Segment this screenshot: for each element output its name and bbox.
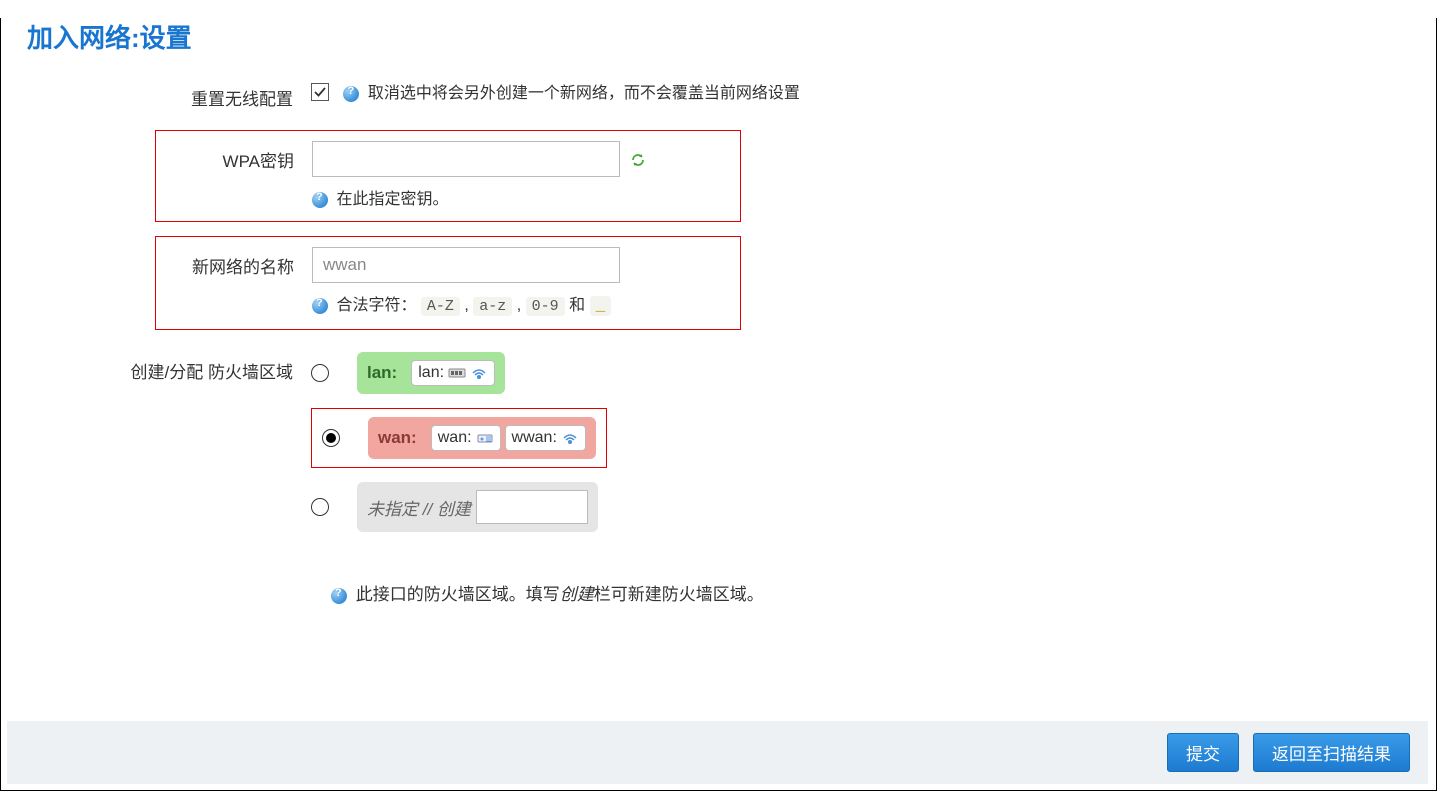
wpa-key-group: WPA密钥 在此指定密钥。: [155, 130, 741, 222]
code-underscore: _: [590, 296, 612, 316]
zone-wan-row: wan: wan: wwan:: [322, 417, 596, 459]
reset-hint: 取消选中将会另外创建一个新网络，而不会覆盖当前网络设置: [368, 85, 800, 102]
iface-wan: wan:: [431, 425, 501, 451]
zone-create-input[interactable]: [476, 490, 588, 524]
ethernet-icon: [476, 431, 494, 445]
radio-unspecified[interactable]: [311, 498, 329, 516]
zone-lan-label: lan:: [367, 363, 397, 383]
code-AZ: A-Z: [421, 297, 460, 316]
wifi-icon: [561, 431, 579, 445]
firewall-row: 创建/分配 防火墙区域 lan: lan:: [1, 352, 1436, 532]
help-icon: [343, 86, 359, 102]
reset-row: 重置无线配置 取消选中将会另外创建一个新网络，而不会覆盖当前网络设置: [1, 79, 1436, 110]
netname-label: 新网络的名称: [156, 247, 312, 315]
wpa-hint: 在此指定密钥。: [336, 191, 448, 208]
wpa-key-input[interactable]: [312, 141, 620, 177]
firewall-label: 创建/分配 防火墙区域: [1, 352, 311, 532]
netname-hint-prefix: 合法字符：: [336, 297, 416, 314]
netname-group: 新网络的名称 合法字符： A-Z , a-z , 0-9 和 _: [155, 236, 741, 330]
wifi-icon: [470, 366, 488, 380]
netname-and: 和: [569, 297, 589, 314]
code-09: 0-9: [526, 297, 565, 316]
zone-unspecified-badge[interactable]: 未指定 // 创建: [357, 482, 598, 532]
submit-button[interactable]: 提交: [1167, 733, 1239, 772]
back-to-scan-button[interactable]: 返回至扫描结果: [1253, 733, 1410, 772]
radio-wan[interactable]: [322, 429, 340, 447]
help-icon: [331, 588, 347, 604]
firewall-hint: 此接口的防火墙区域。填写创建栏可新建防火墙区域。: [331, 580, 1436, 605]
zone-wan-selected-box: wan: wan: wwan:: [311, 408, 607, 468]
footer: 提交 返回至扫描结果: [7, 721, 1428, 784]
help-icon: [312, 298, 328, 314]
iface-wwan: wwan:: [505, 425, 586, 451]
radio-lan[interactable]: [311, 364, 329, 382]
ethernet-icon: [448, 366, 466, 380]
reset-label: 重置无线配置: [1, 79, 311, 110]
code-az: a-z: [473, 297, 512, 316]
zone-unspec-row: 未指定 // 创建: [311, 482, 1436, 532]
wpa-label: WPA密钥: [156, 141, 312, 209]
zone-unspec-label: 未指定 // 创建: [367, 495, 471, 520]
iface-lan: lan:: [411, 360, 495, 386]
reset-checkbox[interactable]: [311, 83, 329, 101]
help-icon: [312, 192, 328, 208]
zone-lan-badge[interactable]: lan: lan:: [357, 352, 505, 394]
zone-lan-row: lan: lan:: [311, 352, 1436, 394]
reload-icon[interactable]: [630, 152, 646, 168]
page-title: 加入网络:设置: [27, 18, 1436, 55]
zone-wan-label: wan:: [378, 428, 417, 448]
zone-wan-badge[interactable]: wan: wan: wwan:: [368, 417, 596, 459]
netname-input[interactable]: [312, 247, 620, 283]
